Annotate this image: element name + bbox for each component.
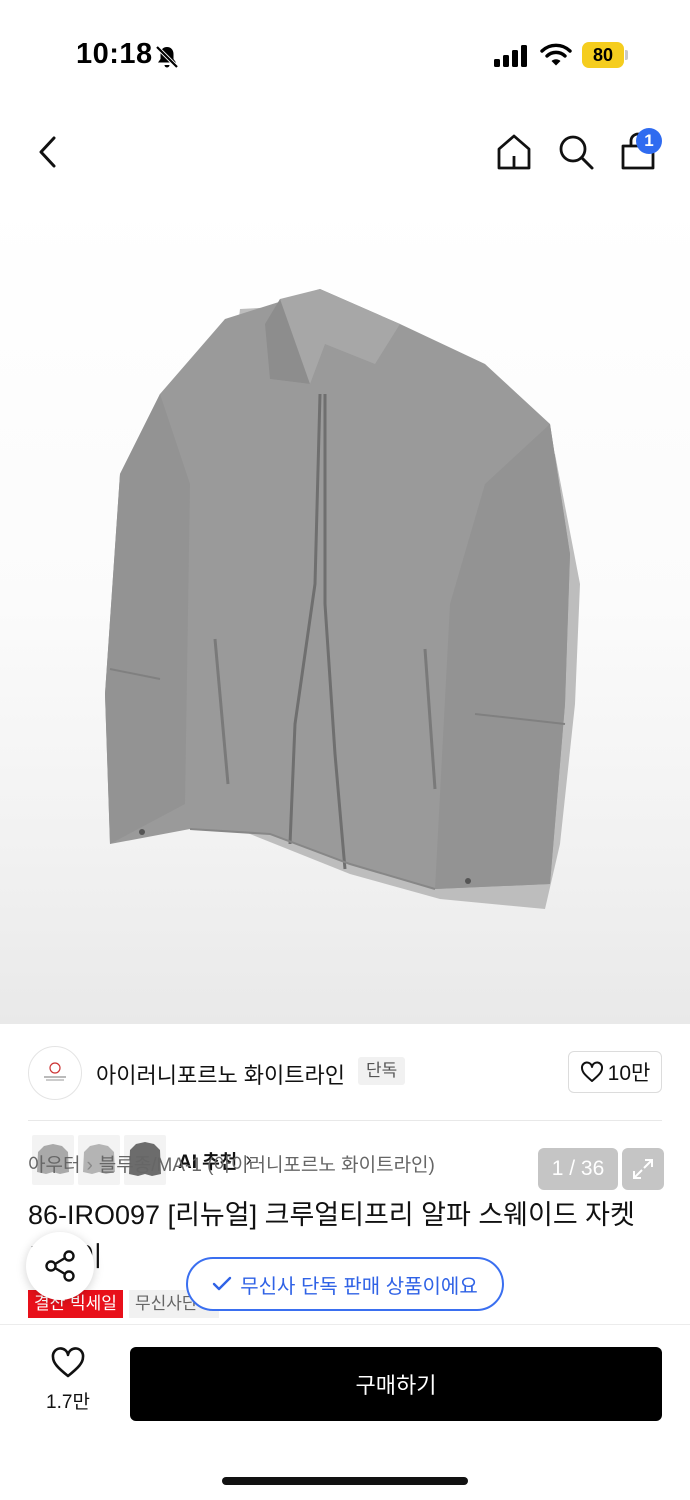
brand-name[interactable]: 아이러니포르노 화이트라인 xyxy=(96,1058,345,1090)
expand-image-button[interactable] xyxy=(622,1148,664,1190)
status-bar: 10:18 80 xyxy=(0,0,690,110)
battery-level: 80 xyxy=(582,42,624,68)
search-icon xyxy=(559,135,594,170)
share-button[interactable] xyxy=(26,1232,94,1300)
image-page-counter: 1 / 36 xyxy=(538,1148,618,1190)
cellular-signal-icon xyxy=(494,45,527,67)
product-photo-jacket xyxy=(105,289,580,909)
search-button[interactable] xyxy=(554,130,598,174)
home-indicator[interactable] xyxy=(222,1477,468,1485)
chevron-right-icon: › xyxy=(86,1155,93,1176)
cart-count-badge: 1 xyxy=(636,128,662,154)
check-icon xyxy=(213,1276,232,1291)
chevron-left-icon xyxy=(39,136,56,168)
brand-row: 아이러니포르노 화이트라인 단독 10만 xyxy=(0,1024,690,1120)
home-button[interactable] xyxy=(492,130,536,174)
exclusive-sale-toast: 무신사 단독 판매 상품이에요 xyxy=(186,1257,504,1311)
brand-like-button[interactable]: 10만 xyxy=(568,1051,662,1093)
brand-logo-mark xyxy=(44,1062,66,1081)
battery-indicator: 80 xyxy=(582,42,628,68)
share-icon xyxy=(45,1250,75,1282)
wishlist-count: 1.7만 xyxy=(46,1392,90,1413)
breadcrumb-subcategory[interactable]: 블루종/MA-1 (아이러니포르노 화이트라인) xyxy=(99,1155,435,1176)
brand-like-count: 10만 xyxy=(607,1062,651,1085)
buy-button[interactable]: 구매하기 xyxy=(130,1347,662,1421)
bell-slash-icon xyxy=(155,45,179,69)
heart-icon xyxy=(51,1347,85,1378)
exclusive-tag: 단독 xyxy=(358,1057,406,1085)
brand-logo[interactable] xyxy=(28,1046,82,1100)
heart-icon xyxy=(580,1061,603,1082)
product-image-gallery[interactable]: AI 추천 › 1 / 36 xyxy=(0,194,690,1190)
toast-text: 무신사 단독 판매 상품이에요 xyxy=(240,1275,478,1298)
bottom-action-bar: 1.7만 구매하기 xyxy=(0,1324,690,1500)
divider xyxy=(28,1120,662,1121)
wifi-icon xyxy=(540,43,572,66)
expand-icon xyxy=(633,1159,653,1179)
home-icon xyxy=(497,134,531,170)
battery-tip xyxy=(625,50,628,60)
status-time: 10:18 xyxy=(76,38,153,70)
wishlist-button[interactable]: 1.7만 xyxy=(30,1347,106,1423)
top-navigation xyxy=(0,110,690,194)
back-button[interactable] xyxy=(26,130,70,174)
breadcrumb-category[interactable]: 아우터 xyxy=(28,1155,80,1176)
breadcrumb: 아우터 › 블루종/MA-1 (아이러니포르노 화이트라인) xyxy=(28,1150,435,1177)
